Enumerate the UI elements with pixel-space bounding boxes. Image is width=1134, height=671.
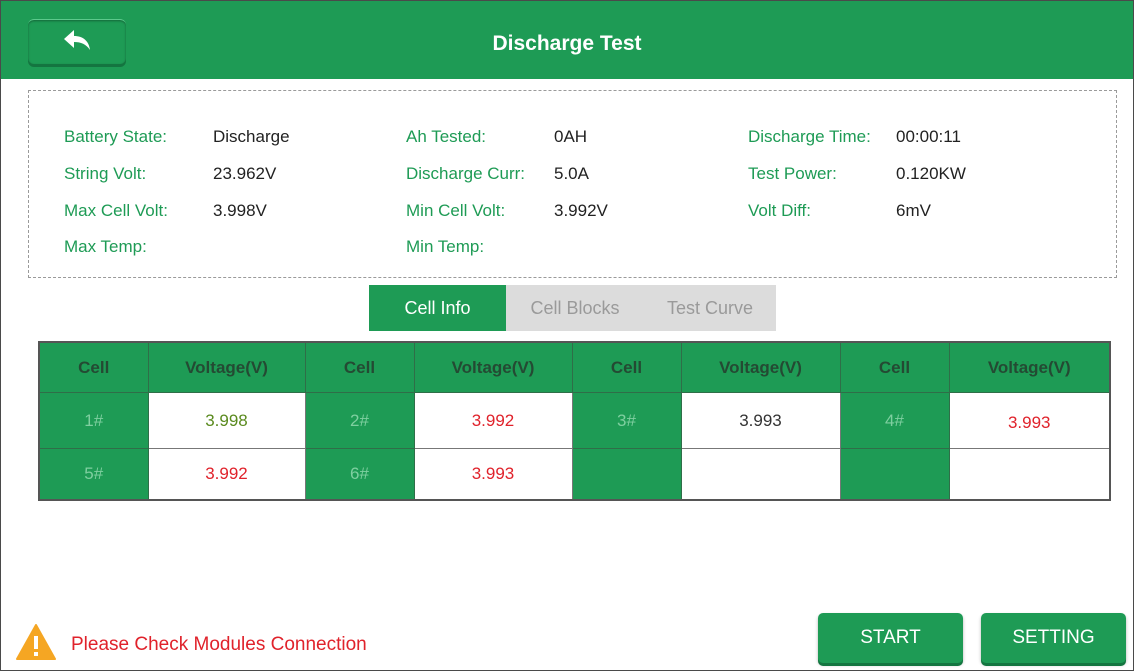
cell-voltage: 3.998: [147, 392, 306, 449]
warning-text: Please Check Modules Connection: [71, 633, 367, 655]
cell-voltage: 3.993: [680, 392, 841, 449]
back-arrow-icon: [62, 28, 92, 57]
ah-tested-label: Ah Tested:: [406, 127, 487, 146]
discharge-curr-label: Discharge Curr:: [406, 164, 526, 183]
cell-id: 6#: [304, 448, 415, 501]
cell-voltage: 3.992: [147, 448, 306, 501]
connection-warning: Please Check Modules Connection: [15, 623, 367, 666]
cell-id: 1#: [38, 392, 149, 449]
max-cell-volt-value: 3.998V: [213, 201, 267, 220]
app-window: Discharge Test Battery State: Discharge …: [0, 0, 1134, 671]
column-header-cell: Cell: [38, 341, 149, 393]
min-cell-volt-label: Min Cell Volt:: [406, 201, 506, 220]
table-row: 5# 3.992 6# 3.993: [38, 448, 1111, 501]
cell-id: [571, 448, 682, 501]
column-header-voltage: Voltage(V): [948, 341, 1111, 393]
volt-diff-label: Volt Diff:: [748, 201, 811, 220]
tab-test-curve[interactable]: Test Curve: [644, 285, 776, 331]
battery-state-label: Battery State:: [64, 127, 167, 146]
start-button[interactable]: START: [818, 613, 963, 663]
max-cell-volt-label: Max Cell Volt:: [64, 201, 168, 220]
table-row: 1# 3.998 2# 3.992 3# 3.993 4# 3.993: [38, 392, 1111, 449]
cell-voltage: 3.993: [948, 392, 1111, 449]
warning-icon: [15, 623, 57, 666]
tab-cell-blocks[interactable]: Cell Blocks: [506, 285, 644, 331]
discharge-time-label: Discharge Time:: [748, 127, 871, 146]
battery-state-value: Discharge: [213, 127, 290, 146]
discharge-time-value: 00:00:11: [896, 127, 961, 146]
tab-cell-info[interactable]: Cell Info: [369, 285, 506, 331]
volt-diff-value: 6mV: [896, 201, 931, 220]
cell-id: 5#: [38, 448, 149, 501]
min-cell-volt-value: 3.992V: [554, 201, 608, 220]
battery-info-panel: Battery State: Discharge String Volt: 23…: [28, 90, 1117, 278]
string-volt-value: 23.962V: [213, 164, 277, 183]
cell-id: [839, 448, 950, 501]
cell-voltage: [948, 448, 1111, 501]
string-volt-label: String Volt:: [64, 164, 147, 183]
tab-bar: Cell Info Cell Blocks Test Curve: [369, 285, 776, 331]
page-title: Discharge Test: [492, 32, 642, 55]
max-temp-label: Max Temp:: [64, 237, 147, 256]
table-header-row: Cell Voltage(V) Cell Voltage(V) Cell Vol…: [38, 341, 1111, 393]
column-header-voltage: Voltage(V): [680, 341, 841, 393]
cell-id: 3#: [571, 392, 682, 449]
column-header-voltage: Voltage(V): [413, 341, 573, 393]
ah-tested-value: 0AH: [554, 127, 588, 146]
cell-voltage: 3.993: [413, 448, 573, 501]
header-bar: Discharge Test: [1, 1, 1133, 79]
column-header-cell: Cell: [839, 341, 950, 393]
cell-id: 4#: [839, 392, 950, 449]
back-button[interactable]: [28, 19, 126, 64]
test-power-value: 0.120KW: [896, 164, 966, 183]
cell-voltage: [680, 448, 841, 501]
column-header-voltage: Voltage(V): [147, 341, 306, 393]
cell-voltage: 3.992: [413, 392, 573, 449]
setting-button[interactable]: SETTING: [981, 613, 1126, 663]
column-header-cell: Cell: [304, 341, 415, 393]
column-header-cell: Cell: [571, 341, 682, 393]
test-power-label: Test Power:: [748, 164, 837, 183]
cell-voltage-table: Cell Voltage(V) Cell Voltage(V) Cell Vol…: [38, 341, 1111, 501]
cell-id: 2#: [304, 392, 415, 449]
discharge-curr-value: 5.0A: [554, 164, 589, 183]
min-temp-label: Min Temp:: [406, 237, 485, 256]
